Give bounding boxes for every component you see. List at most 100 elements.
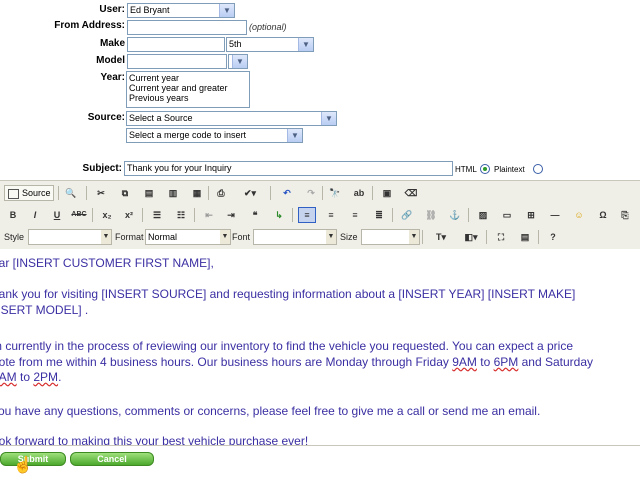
unlink-icon[interactable]: ⛓ [422,207,440,223]
page-break-icon[interactable]: ⎘ [616,207,634,223]
cut-icon[interactable]: ✂ [92,185,110,201]
table-icon[interactable]: ⊞ [522,207,540,223]
model-input[interactable] [127,54,227,69]
chevron-down-icon: ▼ [409,230,419,244]
anchor-icon[interactable]: ⚓ [446,207,464,223]
paste-text-icon[interactable]: ▥ [164,185,182,201]
user-select-value: Ed Bryant [130,5,170,15]
superscript-icon[interactable]: x² [120,207,138,223]
paste-word-icon[interactable]: ▦ [188,185,206,201]
toolbar-separator [538,230,539,244]
font-label: Font [232,232,251,242]
div-container-icon[interactable]: ↳ [270,207,288,223]
spellcheck-icon[interactable]: ✔▾ [236,185,264,201]
html-radio-label: HTML [455,165,477,174]
justify-icon[interactable]: ≣ [370,207,388,223]
html-radio[interactable] [480,164,490,174]
user-select[interactable]: Ed Bryant ▼ [127,3,235,18]
select-all-icon[interactable]: ▣ [378,185,396,201]
model-label: Model [96,55,125,66]
find-icon[interactable]: 🔭 [326,185,344,201]
align-left-icon[interactable]: ≡ [298,207,316,223]
italic-icon[interactable]: I [26,207,44,223]
show-blocks-icon[interactable]: ▤ [516,229,534,245]
bold-icon[interactable]: B [4,207,22,223]
toolbar-separator [208,186,209,200]
submit-button[interactable]: Submit [0,452,66,466]
model-select[interactable]: ▼ [228,54,248,69]
subscript-icon[interactable]: x₂ [98,207,116,223]
subject-input[interactable]: Thank you for your Inquiry [124,161,453,176]
style-select[interactable]: ▼ [28,229,112,245]
toolbar-separator [92,208,93,222]
redo-icon[interactable]: ↷ [302,185,320,201]
from-address-label: From Address: [54,20,125,31]
bullet-list-icon[interactable]: ☷ [172,207,190,223]
plaintext-radio[interactable] [533,164,543,174]
from-address-input[interactable] [127,20,247,35]
paste-icon[interactable]: ▤ [140,185,158,201]
replace-icon[interactable]: ab [350,185,368,201]
toolbar-separator [142,208,143,222]
make-input[interactable] [127,37,225,52]
source-icon [8,188,19,199]
body-paragraph-4: ook forward to making this your best veh… [0,434,309,446]
toolbar-separator [392,208,393,222]
body-paragraph-3: you have any questions, comments or conc… [0,404,541,418]
body-greeting: ear [INSERT CUSTOMER FIRST NAME], [0,256,214,270]
underline-icon[interactable]: U [48,207,66,223]
body-time: 6PM [493,355,519,369]
body-paragraph-2-line-1: m currently in the process of reviewing … [0,339,573,353]
smiley-icon[interactable]: ☺ [570,207,588,223]
preview-icon[interactable]: 🔍 [62,185,80,201]
body-paragraph-2-line-3: 0AM to 2PM. [0,370,632,385]
body-time: 0AM [0,370,17,384]
toolbar-row-1: Source 🔍 ✂ ⧉ ▤ ▥ ▦ ⎙ ✔▾ ↶ ↷ 🔭 ab ▣ ⌫ [0,183,640,203]
source-select[interactable]: Select a Source ▼ [126,111,337,126]
email-body-editor[interactable]: ear [INSERT CUSTOMER FIRST NAME], hank y… [0,249,640,446]
source-button[interactable]: Source [4,185,54,201]
toolbar-separator [86,186,87,200]
format-label: Format [115,232,144,242]
align-center-icon[interactable]: ≡ [322,207,340,223]
body-text: . [58,370,62,384]
text-color-icon[interactable]: T▾ [428,229,454,245]
cancel-button[interactable]: Cancel [70,452,154,466]
font-select[interactable]: ▼ [253,229,337,245]
undo-icon[interactable]: ↶ [278,185,296,201]
image-icon[interactable]: ▨ [474,207,492,223]
copy-icon[interactable]: ⧉ [116,185,134,201]
blockquote-icon[interactable]: ❝ [246,207,264,223]
year-option[interactable]: Previous years [129,93,247,103]
year-option[interactable]: Current year [129,73,247,83]
chevron-down-icon: ▼ [287,129,302,142]
horizontal-rule-icon[interactable]: ― [546,207,564,223]
strikethrough-icon[interactable]: ABC [70,207,88,223]
eraser-icon[interactable]: ⌫ [402,185,420,201]
toolbar-separator [270,186,271,200]
merge-code-select[interactable]: Select a merge code to insert ▼ [126,128,303,143]
year-listbox[interactable]: Current year Current year and greater Pr… [126,71,250,108]
year-option[interactable]: Current year and greater [129,83,247,93]
chevron-down-icon: ▼ [101,230,111,244]
year-label: Year: [100,72,125,83]
numbered-list-icon[interactable]: ☰ [148,207,166,223]
toolbar-separator [58,186,59,200]
format-select[interactable]: Normal ▼ [145,229,231,245]
indent-icon[interactable]: ⇥ [222,207,240,223]
align-right-icon[interactable]: ≡ [346,207,364,223]
background-color-icon[interactable]: ◧▾ [458,229,484,245]
make-select[interactable]: 5th ▼ [226,37,314,52]
help-icon[interactable]: ? [544,229,562,245]
toolbar-separator [372,186,373,200]
flash-icon[interactable]: ▭ [498,207,516,223]
source-button-label: Source [22,188,51,198]
size-select[interactable]: ▼ [361,229,420,245]
special-char-icon[interactable]: Ω [594,207,612,223]
print-icon[interactable]: ⎙ [212,185,230,201]
make-label: Make [99,38,125,49]
link-icon[interactable]: 🔗 [398,207,416,223]
maximize-icon[interactable]: ⛶ [492,229,510,245]
user-label: User: [99,4,125,15]
outdent-icon[interactable]: ⇤ [200,207,218,223]
